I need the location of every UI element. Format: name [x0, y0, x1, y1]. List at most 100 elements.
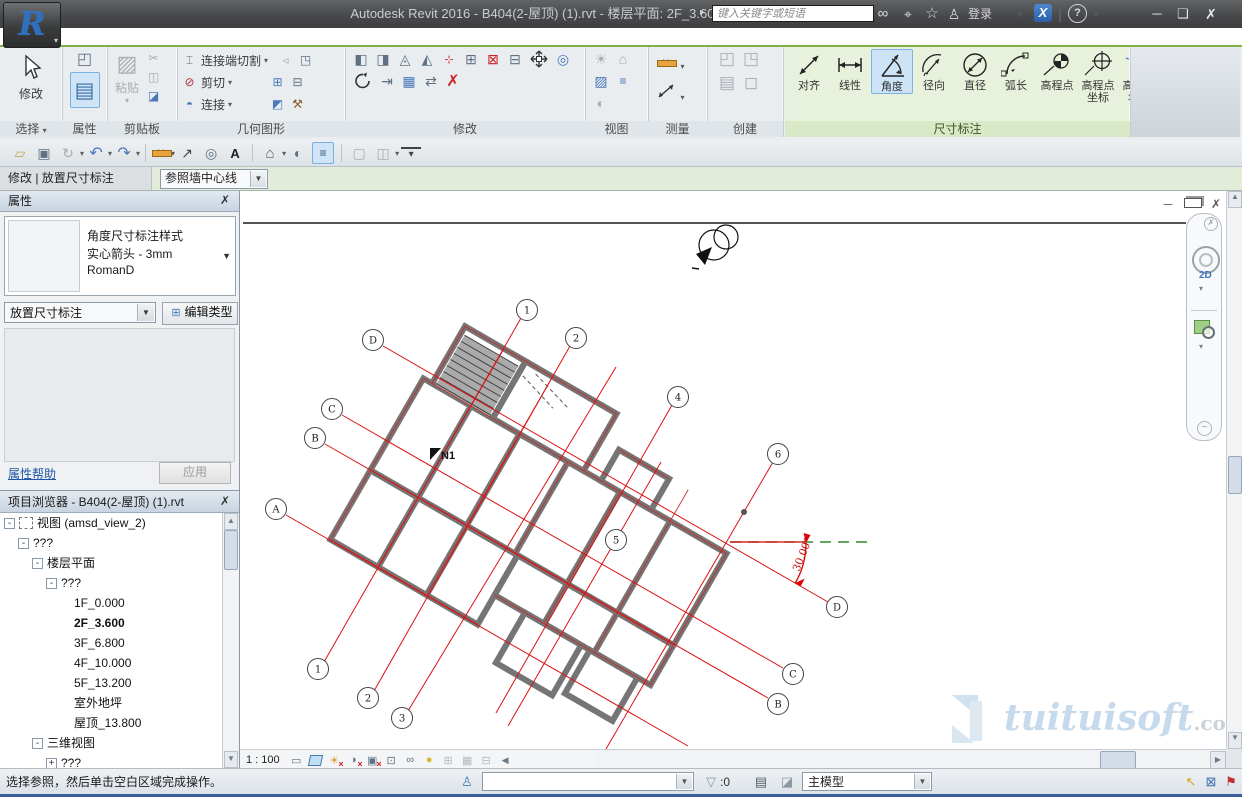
tree-item-5F[interactable]: 5F_13.200 [0, 673, 223, 693]
minimize-button[interactable]: ─ [1146, 4, 1168, 24]
detail-level-icon[interactable]: ▭ [288, 752, 305, 768]
type-selector-dropdown-icon[interactable]: ▼ [222, 251, 231, 261]
pin-icon[interactable]: ⊞ [461, 49, 481, 69]
temporary-hide-isolate-icon[interactable]: ∞ [402, 752, 419, 768]
cope-row[interactable]: ⌶ 连接端切割 ▾ ◃ ◳ [181, 49, 314, 71]
sign-in-dropdown-icon[interactable]: ▾ [1014, 4, 1026, 24]
floor-plan-view[interactable]: 1 2 4 6 D C B A 1 2 3 5 D C B [240, 191, 1226, 749]
panel-label-dimension[interactable]: 尺寸标注 [785, 121, 1130, 137]
cut-icon[interactable]: ✂ [145, 49, 162, 66]
panel-label-geometry[interactable]: 几何图形 [177, 121, 345, 137]
close-hidden-windows-icon[interactable]: ▢ [349, 143, 369, 163]
render-icon[interactable]: ⌂ [613, 49, 633, 69]
search-input[interactable] [712, 5, 874, 22]
dimension-qat-icon[interactable]: ↔ [151, 143, 171, 164]
properties-header[interactable]: 属性 [0, 190, 239, 212]
help-dropdown-icon[interactable]: ▾ [1090, 4, 1102, 24]
locked-3d-icon[interactable]: ⊞ [440, 752, 457, 768]
maximize-button[interactable]: ❑ [1172, 4, 1194, 24]
save-icon[interactable]: ▣ [34, 143, 54, 163]
crop-view-icon[interactable]: ▣× [364, 752, 381, 768]
properties-close-icon[interactable]: ✗ [217, 193, 233, 209]
project-browser-header[interactable]: 项目浏览器 - B404(2-屋顶) (1).rvt [0, 491, 239, 513]
copy-icon[interactable]: ◫ [145, 68, 162, 85]
properties-palette-icon[interactable]: ▤ [70, 72, 100, 108]
select-pinned-icon[interactable]: ⚑ [1222, 773, 1240, 791]
canvas-vscrollbar[interactable]: ▲ ▼ [1226, 191, 1242, 749]
text-icon[interactable]: A [225, 143, 245, 163]
hscroll-thumb[interactable] [1100, 751, 1136, 769]
default-3d-view-icon[interactable]: ⌂ [260, 143, 280, 163]
create-group-icon[interactable]: ◳ [741, 49, 761, 69]
view-minimize-icon[interactable]: ─ [1160, 197, 1176, 211]
vscroll-thumb[interactable] [1228, 456, 1242, 494]
zoom-dropdown-icon[interactable]: ▾ [1199, 342, 1203, 351]
dim-tool-radial[interactable]: 径向 [914, 49, 954, 92]
reference-select[interactable]: 参照墙中心线 ▼ [160, 169, 268, 189]
tree-item-unknown3[interactable]: +??? [0, 753, 223, 768]
navbar-close-icon[interactable]: ✗ [1204, 217, 1218, 231]
hidden-elements-icon[interactable]: ☀ [591, 49, 611, 69]
chevron-down-icon[interactable]: ▼ [914, 774, 930, 789]
application-menu-button[interactable]: R ▾ [3, 2, 61, 48]
dim-tool-linear[interactable]: 线性 [830, 49, 870, 92]
tree-item-3d-views[interactable]: -三维视图 [0, 733, 223, 753]
rotate-icon[interactable] [351, 71, 375, 91]
paste-button[interactable]: ▨ 粘贴 ▾ [109, 49, 145, 119]
navbar-collapse-icon[interactable]: − [1197, 421, 1212, 436]
design-options-icon[interactable]: ▤ [752, 773, 770, 791]
tree-item-4F[interactable]: 4F_10.000 [0, 653, 223, 673]
scrollbar-thumb[interactable] [224, 530, 238, 570]
filter-icon[interactable]: ▽ [702, 773, 720, 791]
shadows-icon[interactable]: ◑× [345, 752, 362, 768]
move-icon[interactable] [527, 49, 551, 69]
panel-label-modify[interactable]: 修改 [345, 121, 585, 137]
scroll-down-icon[interactable]: ▼ [1228, 732, 1242, 749]
edit-type-button[interactable]: ⊞编辑类型 [162, 302, 238, 325]
array-icon[interactable]: ▦ [399, 71, 419, 91]
view-close-icon[interactable]: ✗ [1208, 197, 1224, 211]
element-filter-select[interactable]: 放置尺寸标注 ▼ [4, 302, 156, 323]
exchange-apps-icon[interactable]: X [1034, 4, 1052, 22]
beam-join-icon[interactable]: ⊞ [269, 74, 286, 91]
tree-item-site[interactable]: 室外地坪 [0, 693, 223, 713]
dim-tool-aligned[interactable]: 对齐 [789, 49, 829, 92]
select-links-icon[interactable]: ↖ [1182, 773, 1200, 791]
wall-profile-icon[interactable]: ◨ [373, 49, 393, 69]
sign-in-label[interactable]: 登录 [964, 4, 996, 24]
customize-qat-icon[interactable]: ▾ [401, 147, 421, 159]
elevation-marker-icon[interactable] [692, 225, 738, 269]
grid-bubbles[interactable]: 1 2 4 6 D C B A 1 2 3 5 D C B [266, 300, 848, 729]
panel-label-clipboard[interactable]: 剪贴板 [107, 121, 177, 137]
open-icon[interactable]: ▱ [10, 143, 30, 163]
delete-icon[interactable]: ✗ [443, 71, 463, 91]
design-option-select[interactable]: 主模型 ▼ [802, 772, 932, 791]
tree-item-1F[interactable]: 1F_0.000 [0, 593, 223, 613]
join-row[interactable]: ◓ 连接 ▾ ◩ ⚒ [181, 93, 306, 115]
panel-label-view[interactable]: 视图 [585, 121, 648, 137]
show-crop-region-icon[interactable]: ⊡ [383, 752, 400, 768]
workset-select[interactable]: ▼ [482, 772, 694, 791]
collapse-left-icon[interactable]: ◀ [497, 752, 514, 768]
unpin-icon[interactable]: ⊠ [483, 49, 503, 69]
tree-item-views[interactable]: -视图 (amsd_view_2) [0, 513, 223, 533]
angular-dimension[interactable]: 30.00° [730, 533, 868, 586]
panel-label-measure[interactable]: 测量 [648, 121, 707, 137]
cut-geometry-alt-icon[interactable]: ◃ [277, 52, 294, 69]
constraints-icon[interactable]: ⊟ [478, 752, 495, 768]
view-restore-icon[interactable] [1184, 197, 1200, 211]
navigation-bar[interactable]: ✗ 2D ▾ ▾ − [1186, 213, 1222, 441]
legend-component-icon[interactable]: ◰ [717, 49, 737, 69]
tree-item-2F-active[interactable]: 2F_3.600 [0, 613, 223, 633]
chevron-down-icon[interactable]: ▼ [250, 171, 266, 187]
section-icon[interactable]: ◐ [288, 143, 308, 163]
tree-item-unknown1[interactable]: -??? [0, 533, 223, 553]
panel-label-create[interactable]: 创建 [707, 121, 783, 137]
wall-joins-icon[interactable]: ◳ [297, 52, 314, 69]
sun-path-icon[interactable]: ☀× [326, 752, 343, 768]
copy-element-icon[interactable]: ◎ [553, 49, 573, 69]
scale-control[interactable]: 1 : 100 [246, 754, 280, 766]
scroll-up-icon[interactable]: ▲ [224, 513, 238, 530]
dim-tool-spot-coordinate[interactable]: 高程点坐标 [1078, 49, 1118, 104]
switch-windows-icon[interactable]: ◫ [373, 143, 393, 163]
